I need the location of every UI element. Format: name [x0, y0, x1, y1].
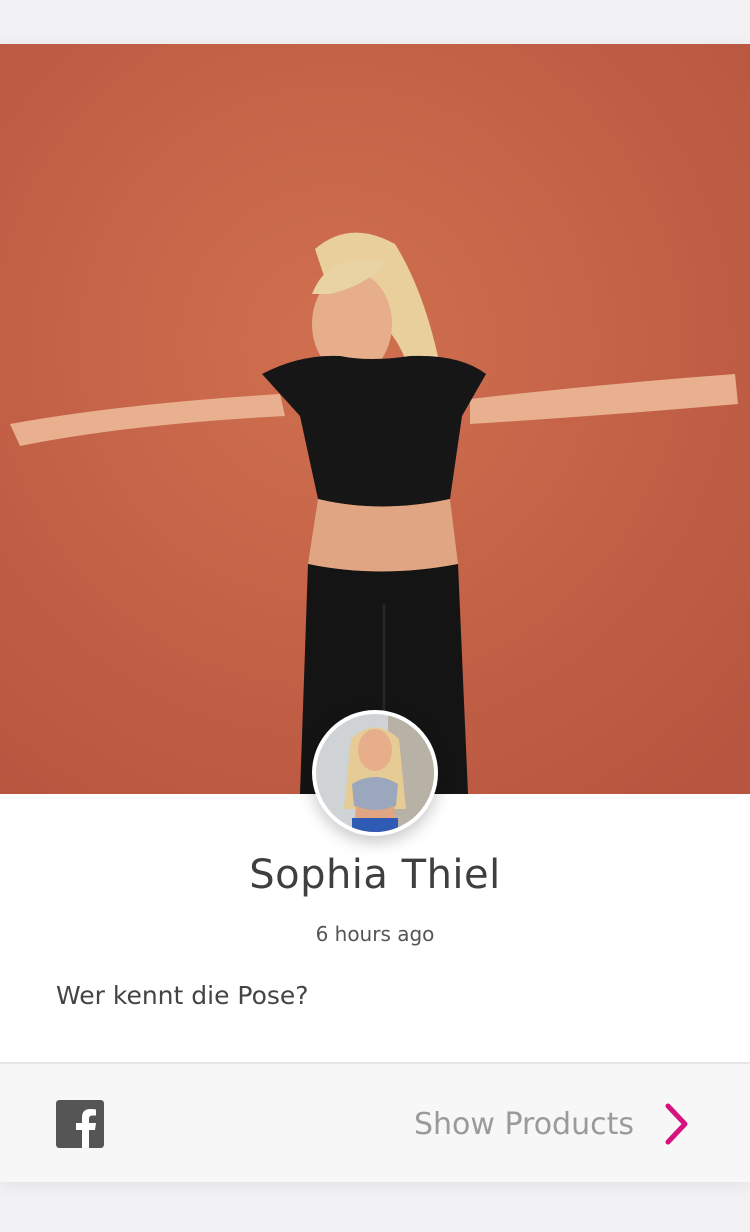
- post-image[interactable]: [0, 44, 750, 794]
- post-timestamp: 6 hours ago: [315, 922, 435, 946]
- post-photo: [0, 44, 750, 794]
- show-products-button[interactable]: Show Products: [414, 1084, 690, 1164]
- post-card: Sophia Thiel 6 hours ago Wer kennt die P…: [0, 44, 750, 1182]
- post-footer: Show Products: [0, 1062, 750, 1182]
- author-name[interactable]: Sophia Thiel: [0, 852, 750, 898]
- chevron-right-icon: [665, 1103, 688, 1145]
- post-caption: Wer kennt die Pose?: [56, 981, 309, 1010]
- facebook-icon[interactable]: [56, 1100, 104, 1148]
- show-products-label: Show Products: [413, 1106, 634, 1142]
- author-avatar[interactable]: [312, 710, 438, 836]
- avatar-photo: [316, 714, 434, 832]
